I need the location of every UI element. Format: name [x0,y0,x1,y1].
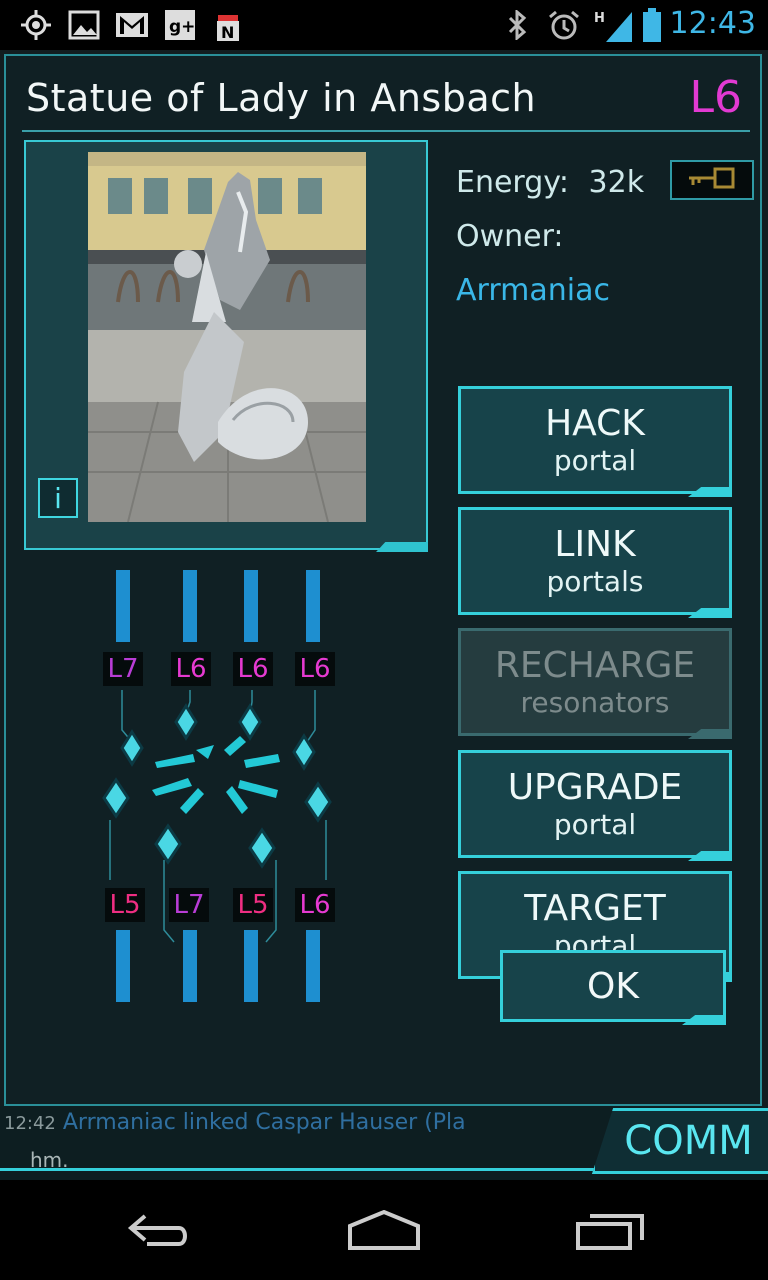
svg-text:g+: g+ [169,17,195,37]
signal-icon: H [594,9,634,42]
comm-divider [0,1168,594,1171]
energy-value: 32k [588,165,645,200]
upgrade-button-subtitle: portal [553,808,637,841]
key-icon [685,165,739,195]
alarm-icon [546,9,582,41]
button-notch [688,487,732,497]
home-icon [346,1209,422,1254]
portal-title: Statue of Lady in Ansbach [26,76,537,120]
ingress-icon: N [210,9,246,42]
recharge-button-subtitle: resonators [520,686,670,719]
portal-level: L6 [689,72,742,123]
gallery-icon [66,9,102,41]
frame-corner-accent [376,542,428,552]
svg-text:N: N [221,23,234,42]
info-button[interactable]: i [38,478,78,518]
owner-name[interactable]: Arrmaniac [456,264,644,318]
target-button-title: TARGET [524,888,666,929]
back-icon [125,1210,195,1254]
status-bar: g+ N H 12:43 [0,0,768,50]
gmail-icon [114,9,150,41]
comm-button[interactable]: COMM [592,1108,768,1174]
upgrade-button-title: UPGRADE [507,767,683,808]
upgrade-portal-button[interactable]: UPGRADE portal [458,750,732,861]
hack-button-title: HACK [545,403,645,444]
button-notch [688,729,732,739]
comm-message: 12:42 Arrmaniac linked Caspar Hauser (Pl… [4,1110,604,1135]
google-plus-icon: g+ [162,9,198,41]
link-button-subtitle: portals [546,565,644,598]
hack-portal-button[interactable]: HACK portal [458,386,732,497]
button-notch [688,851,732,861]
gps-icon [18,9,54,41]
button-notch [682,1015,726,1025]
link-button-title: LINK [554,524,636,565]
energy-row: Energy: 32k [456,156,644,210]
recharge-resonators-button[interactable]: RECHARGE resonators [458,628,732,739]
link-portals-button[interactable]: LINK portals [458,507,732,618]
recent-apps-icon [574,1210,646,1254]
statue-photo-image [88,152,366,522]
portal-stats: Energy: 32k Owner: Arrmaniac [456,156,644,318]
clock: 12:43 [669,6,756,41]
navigation-bar [0,1180,768,1280]
home-button[interactable] [336,1202,432,1262]
title-divider [22,130,750,132]
network-type-label: H [594,11,605,26]
ok-button[interactable]: OK [500,950,726,1025]
portal-key-button[interactable] [670,160,754,200]
ok-button-label: OK [587,965,639,1007]
energy-label: Energy: [456,165,569,200]
recharge-button-title: RECHARGE [494,645,696,686]
hack-button-subtitle: portal [553,444,637,477]
back-button[interactable] [112,1202,208,1262]
owner-label: Owner: [456,219,564,254]
button-notch [688,608,732,618]
battery-icon [640,8,664,42]
comm-message-text: Arrmaniac linked Caspar Hauser (Pla [62,1110,466,1135]
portal-photo[interactable] [88,152,366,522]
portal-image-frame: i [24,140,428,552]
comm-message-time: 12:42 [4,1113,56,1134]
recent-apps-button[interactable] [562,1202,658,1262]
bluetooth-icon [502,9,532,41]
